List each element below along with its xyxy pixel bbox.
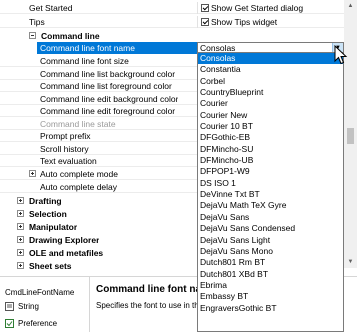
dropdown-option[interactable]: DejaVu Math TeX Gyre (198, 200, 343, 211)
expand-icon[interactable] (17, 249, 24, 256)
category-label: Sheet sets (29, 261, 72, 271)
row-label: Command line list background color (40, 68, 176, 79)
expand-icon[interactable] (17, 210, 24, 217)
tips-value[interactable]: Show Tips widget (197, 16, 344, 28)
string-type-icon (5, 302, 14, 312)
row-label: Command line edit background color (40, 93, 179, 104)
dropdown-option[interactable]: DS ISO 1 (198, 178, 343, 189)
dropdown-option[interactable]: DFMincho-SU (198, 144, 343, 155)
dropdown-option[interactable]: DejaVu Sans (198, 212, 343, 223)
category-label: Drafting (29, 196, 62, 206)
checkbox-icon[interactable] (201, 17, 209, 26)
dropdown-option[interactable]: DFMincho-UB (198, 155, 343, 166)
row-label: Command line font name (37, 42, 197, 54)
mouse-cursor-icon (334, 45, 348, 65)
row-label: Tips (29, 17, 45, 27)
preference-icon (5, 319, 14, 329)
row-label: Command line font size (40, 56, 129, 66)
vertical-scrollbar[interactable]: ▲ ▼ (344, 0, 357, 268)
expand-icon[interactable] (17, 223, 24, 230)
dropdown-option[interactable]: DFGothic-EB (198, 132, 343, 143)
scrollbar-thumb[interactable] (347, 128, 354, 144)
category-label: Command line (41, 31, 100, 41)
description-title: Command line font nan (96, 284, 208, 295)
get-started-value-text: Show Get Started dialog (211, 3, 304, 13)
dropdown-option[interactable] (198, 314, 343, 325)
dropdown-option[interactable]: Courier 10 BT (198, 121, 343, 132)
row-label: Command line list foreground color (40, 81, 172, 91)
dropdown-option[interactable]: DejaVu Sans Light (198, 235, 343, 246)
row-label: Command line edit foreground color (40, 106, 176, 116)
dropdown-option[interactable]: Courier (198, 98, 343, 109)
row-label: Scroll history (40, 143, 89, 154)
scroll-up-icon[interactable]: ▲ (344, 0, 357, 12)
expand-icon[interactable] (17, 262, 24, 269)
get-started-value[interactable]: Show Get Started dialog (197, 2, 344, 14)
row-tips[interactable]: Tips Show Tips widget (0, 16, 344, 28)
dropdown-option[interactable]: DejaVu Sans Condensed (198, 223, 343, 234)
property-source-label: Preference (18, 319, 58, 328)
row-label: Auto complete delay (40, 182, 118, 192)
property-source: Preference (5, 319, 58, 329)
dropdown-option[interactable]: Embassy BT (198, 291, 343, 302)
category-label: Manipulator (29, 222, 78, 232)
dropdown-option[interactable]: DeVinne Txt BT (198, 189, 343, 200)
row-label: Text evaluation (40, 156, 97, 166)
dropdown-option[interactable]: CountryBlueprint (198, 87, 343, 98)
expand-icon[interactable] (29, 170, 36, 177)
description-text: Specifies the font to use in the (96, 301, 204, 310)
category-label: Drawing Explorer (29, 235, 100, 245)
row-get-started[interactable]: Get Started Show Get Started dialog (0, 2, 344, 14)
dropdown-option[interactable]: Corbel (198, 76, 343, 87)
row-label: Command line state (40, 118, 116, 129)
description-divider (89, 276, 90, 332)
expand-icon[interactable] (17, 236, 24, 243)
category-label: OLE and metafiles (29, 248, 104, 258)
row-label: Prompt prefix (40, 131, 91, 141)
dropdown-option[interactable]: Consolas (198, 53, 343, 65)
dropdown-option[interactable]: DFPOP1-W9 (198, 166, 343, 177)
checkbox-icon[interactable] (201, 3, 209, 12)
row-label: Auto complete mode (40, 169, 118, 179)
dropdown-option[interactable]: Dutch801 Rm BT (198, 257, 343, 268)
dropdown-option[interactable]: Dutch801 XBd BT (198, 269, 343, 280)
expand-icon[interactable] (17, 197, 24, 204)
tips-value-text: Show Tips widget (211, 17, 278, 27)
property-type: String (5, 302, 39, 312)
dropdown-option[interactable]: Ebrima (198, 280, 343, 291)
dropdown-option[interactable]: Constantia (198, 64, 343, 75)
dropdown-option[interactable]: EngraversGothic BT (198, 303, 343, 314)
row-label: Get Started (29, 3, 73, 13)
collapse-icon[interactable] (29, 32, 36, 39)
scroll-down-icon[interactable]: ▼ (344, 256, 357, 268)
dropdown-option[interactable]: Courier New (198, 110, 343, 121)
dropdown-option[interactable]: DejaVu Sans Mono (198, 246, 343, 257)
property-type-label: String (18, 302, 39, 311)
font-dropdown-list[interactable]: Consolas Constantia Corbel CountryBluepr… (197, 52, 344, 332)
property-id: CmdLineFontName (5, 288, 75, 297)
category-label: Selection (29, 209, 67, 219)
category-command-line[interactable]: Command line (0, 30, 344, 42)
